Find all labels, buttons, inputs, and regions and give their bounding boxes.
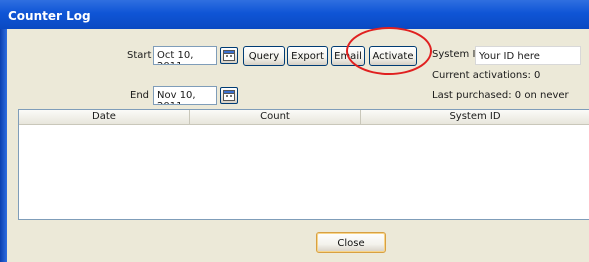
window-frame bbox=[0, 29, 7, 262]
close-button[interactable]: Close bbox=[316, 232, 386, 253]
query-button[interactable]: Query bbox=[243, 46, 285, 66]
start-date-picker-button[interactable] bbox=[220, 47, 238, 64]
highlight-annotation bbox=[346, 27, 432, 75]
end-date-field[interactable]: Nov 10, 2011 bbox=[153, 86, 217, 105]
window-title: Counter Log bbox=[0, 0, 589, 29]
system-id-field[interactable]: Your ID here bbox=[475, 46, 581, 65]
calendar-icon bbox=[223, 50, 235, 61]
table-header: Date Count System ID bbox=[19, 110, 589, 125]
counter-log-window: Counter Log Start Oct 10, 2011 Query Exp… bbox=[0, 0, 589, 262]
export-button[interactable]: Export bbox=[287, 46, 328, 66]
start-label: Start bbox=[127, 50, 152, 61]
counter-log-table[interactable]: Date Count System ID bbox=[18, 109, 589, 220]
end-date-picker-button[interactable] bbox=[220, 87, 238, 104]
column-header-system-id[interactable]: System ID bbox=[361, 110, 589, 124]
column-header-count[interactable]: Count bbox=[190, 110, 361, 124]
start-date-field[interactable]: Oct 10, 2011 bbox=[153, 46, 217, 65]
last-purchased-text: Last purchased: 0 on never bbox=[432, 90, 569, 101]
calendar-icon bbox=[223, 90, 235, 101]
column-header-date[interactable]: Date bbox=[19, 110, 190, 124]
current-activations-text: Current activations: 0 bbox=[432, 70, 541, 81]
end-label: End bbox=[130, 90, 150, 101]
